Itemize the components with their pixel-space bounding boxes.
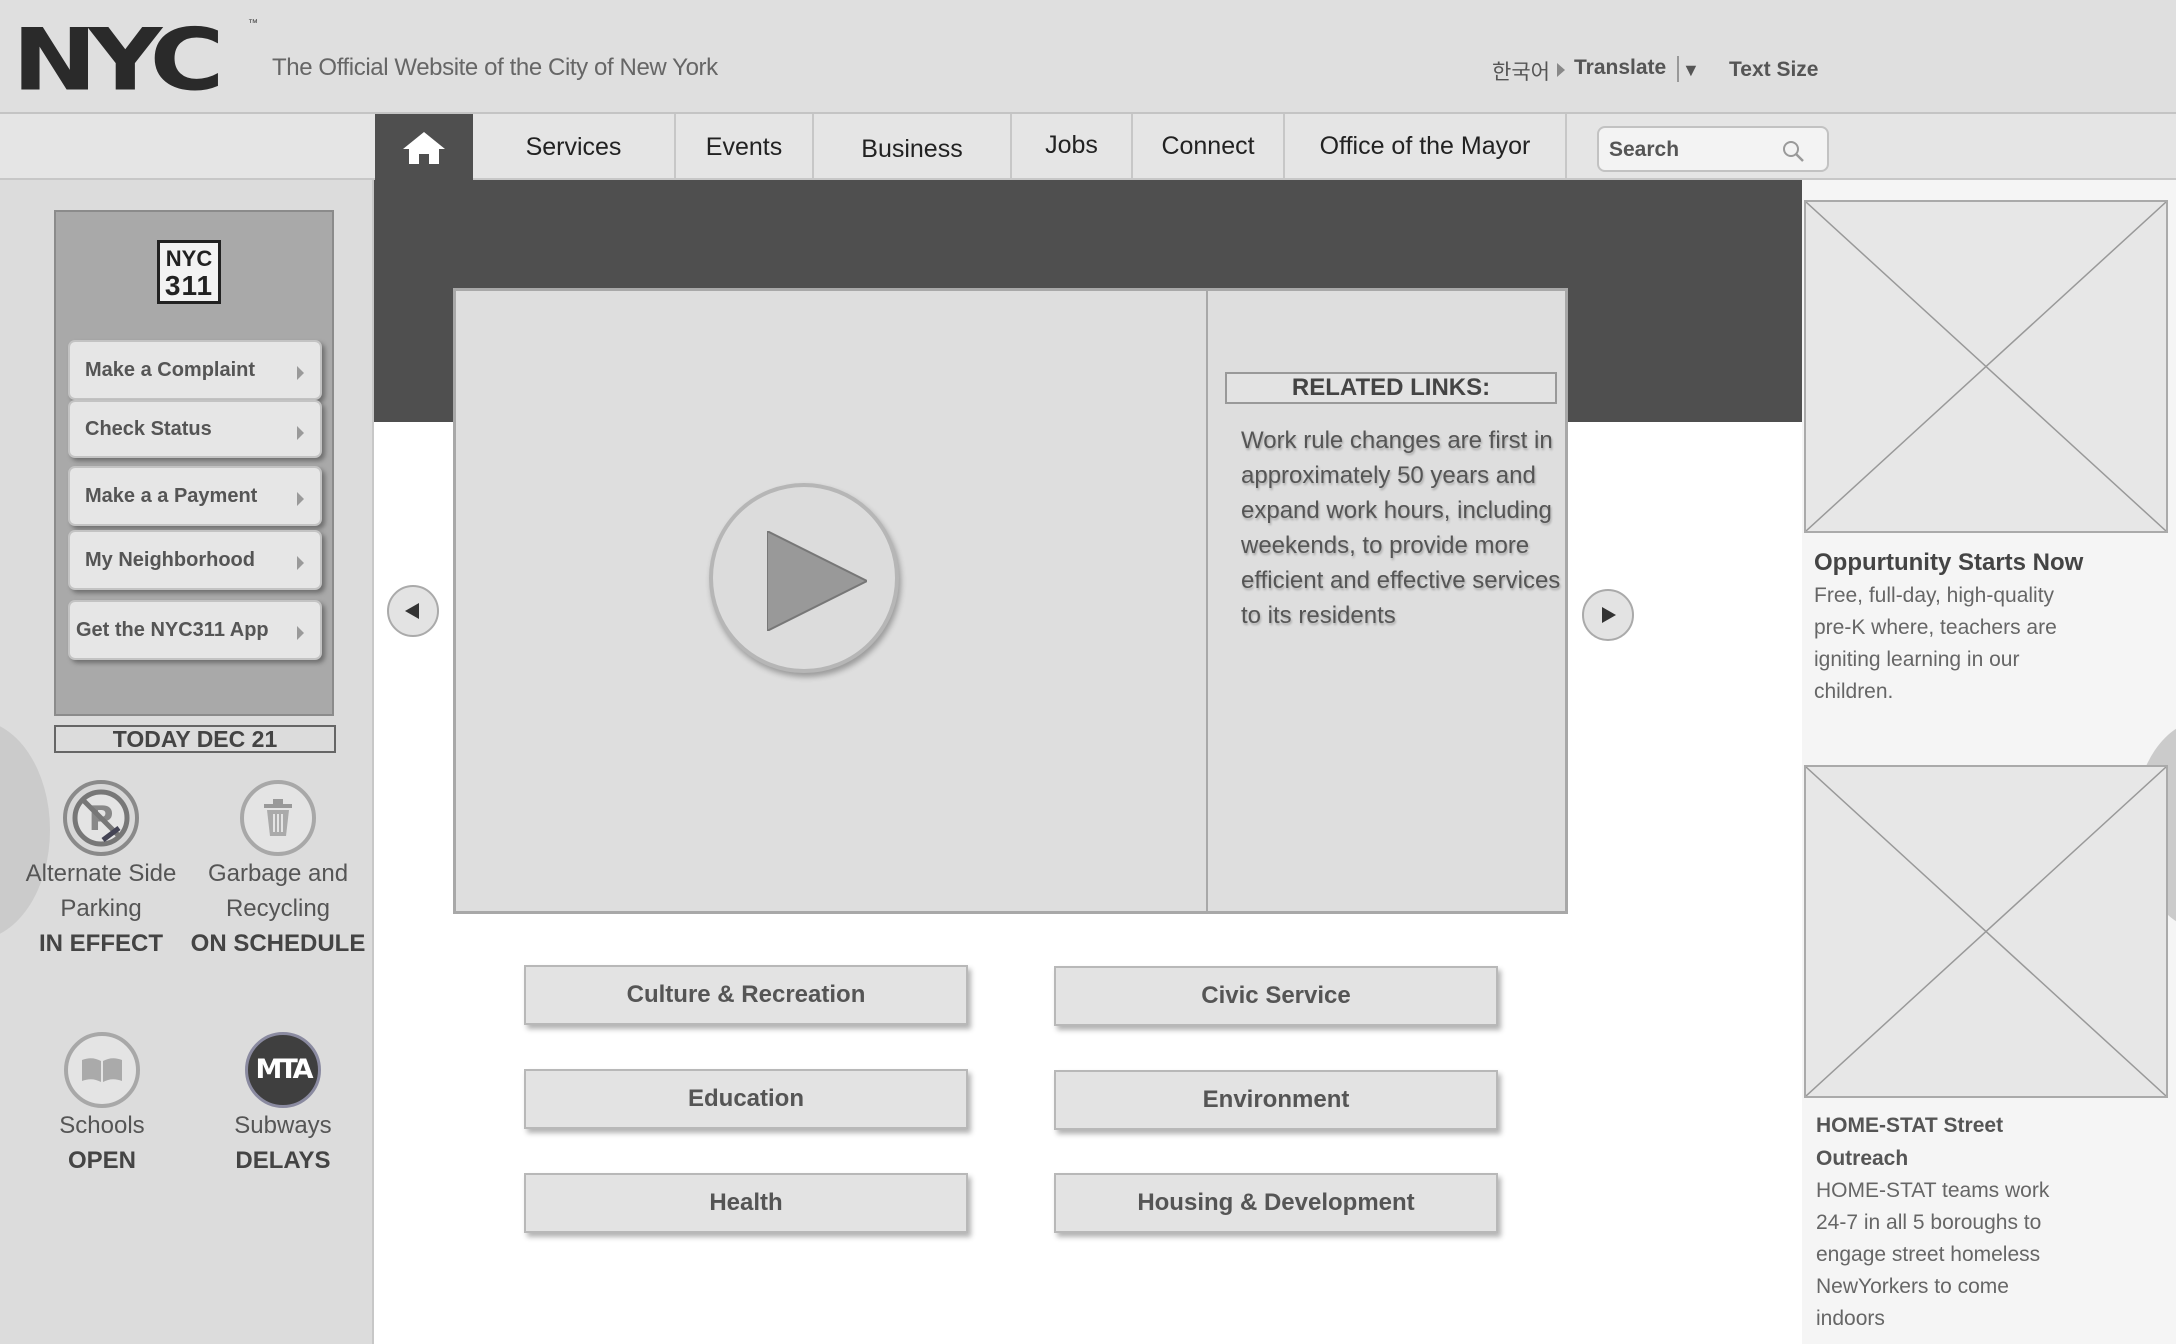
image-placeholder[interactable] [1804, 200, 2168, 533]
get-nyc311-app-button[interactable]: Get the NYC311 App [68, 600, 322, 660]
translate-divider [1677, 56, 1679, 82]
video-play-button[interactable] [709, 483, 899, 673]
arrow-right-icon [1602, 607, 1616, 623]
category-housing-development[interactable]: Housing & Development [1054, 1173, 1498, 1233]
translate-link[interactable]: Translate [1574, 56, 1666, 80]
status-label: Garbage and [207, 860, 349, 887]
card-text: HOME-STAT teams work [1816, 1179, 2050, 1202]
trash-can-icon [240, 780, 316, 856]
carousel-prev-button[interactable] [387, 585, 439, 637]
trademark-symbol: ™ [248, 18, 258, 29]
search-input[interactable] [1609, 136, 1779, 164]
site-tagline: The Official Website of the City of New … [272, 54, 718, 81]
hero-divider [1206, 291, 1208, 911]
card-text: 24-7 in all 5 boroughs to [1816, 1211, 2042, 1234]
mta-icon: MTA [245, 1032, 321, 1108]
my-neighborhood-button[interactable]: My Neighborhood [68, 530, 322, 590]
category-culture-recreation[interactable]: Culture & Recreation [524, 965, 968, 1025]
translate-dropdown-icon[interactable]: ▼ [1682, 60, 1700, 81]
status-label: Parking [60, 895, 142, 922]
card-text: igniting learning in our [1814, 648, 2020, 671]
button-label: Make a a Payment [85, 484, 258, 507]
home-icon [403, 132, 445, 164]
button-label: Make a Complaint [85, 358, 256, 381]
category-education[interactable]: Education [524, 1069, 968, 1129]
today-date: TODAY DEC 21 [54, 725, 336, 753]
right-column: Oppurtunity Starts Now Free, full-day, h… [1802, 180, 2176, 1344]
play-icon [767, 531, 867, 631]
card-text: pre-K where, teachers are [1814, 616, 2057, 639]
status-label: Schools [59, 1112, 145, 1139]
card-text: NewYorkers to come [1816, 1275, 2009, 1298]
nav-jobs[interactable]: Jobs [1012, 114, 1133, 180]
card-text: engage street homeless [1816, 1243, 2041, 1266]
status-value: ON SCHEDULE [190, 930, 366, 957]
home-button[interactable] [375, 114, 473, 180]
category-civic-service[interactable]: Civic Service [1054, 966, 1498, 1026]
category-environment[interactable]: Environment [1054, 1070, 1498, 1130]
hero-carousel: RELATED LINKS: Work rule changes are fir… [453, 288, 1568, 914]
status-garbage-recycling[interactable]: Garbage and Recycling ON SCHEDULE [188, 780, 368, 962]
chevron-right-icon [297, 626, 304, 640]
status-schools[interactable]: Schools OPEN [12, 1032, 192, 1179]
card-text: Free, full-day, high-quality [1814, 584, 2055, 607]
image-placeholder[interactable] [1804, 765, 2168, 1098]
button-label: My Neighborhood [85, 548, 255, 571]
nyc311-logo-bottom: 311 [164, 270, 214, 301]
main-nav: Services Events Business Jobs Connect Of… [0, 114, 2176, 180]
site-header: NYC ™ The Official Website of the City o… [0, 0, 2176, 114]
chevron-right-icon [297, 366, 304, 380]
related-links-text[interactable]: Work rule changes are first in approxima… [1241, 423, 1561, 633]
chevron-right-icon [297, 492, 304, 506]
card-text: children. [1814, 680, 1894, 703]
status-label: Alternate Side [25, 860, 177, 887]
nyc311-panel: NYC 311 Make a Complaint Check Status Ma… [54, 210, 334, 716]
nav-services[interactable]: Services [473, 114, 676, 180]
card-text: indoors [1816, 1307, 1885, 1330]
chevron-right-icon [297, 556, 304, 570]
search-box [1597, 126, 1829, 172]
status-value: IN EFFECT [39, 930, 163, 957]
left-sidebar: NYC 311 Make a Complaint Check Status Ma… [0, 180, 374, 1344]
nyc311-logo-top: NYC [165, 246, 213, 271]
text-size-link[interactable]: Text Size [1729, 58, 1818, 82]
language-arrow-icon [1557, 63, 1565, 77]
book-icon [64, 1032, 140, 1108]
search-icon[interactable] [1781, 139, 1805, 163]
button-label: Check Status [85, 417, 212, 440]
button-label: Get the NYC311 App [76, 618, 269, 641]
nyc311-logo[interactable]: NYC 311 [157, 240, 221, 304]
chevron-right-icon [297, 426, 304, 440]
language-link[interactable]: 한국어 [1492, 56, 1550, 86]
status-value: DELAYS [235, 1147, 331, 1174]
status-subways[interactable]: MTA Subways DELAYS [193, 1032, 372, 1179]
card-title[interactable]: Outreach [1816, 1142, 1908, 1175]
nav-events[interactable]: Events [676, 114, 814, 180]
nyc-logo[interactable]: NYC [12, 18, 224, 104]
check-status-button[interactable]: Check Status [68, 400, 322, 458]
make-complaint-button[interactable]: Make a Complaint [68, 340, 322, 400]
status-value: OPEN [67, 1147, 136, 1174]
nav-office-of-the-mayor[interactable]: Office of the Mayor [1285, 114, 1567, 180]
status-alternate-side-parking[interactable]: P Alternate Side Parking IN EFFECT [11, 780, 191, 962]
card-title[interactable]: Oppurtunity Starts Now [1814, 547, 2083, 579]
category-health[interactable]: Health [524, 1173, 968, 1233]
make-payment-button[interactable]: Make a a Payment [68, 466, 322, 526]
nav-business[interactable]: Business [814, 114, 1012, 180]
arrow-left-icon [405, 603, 419, 619]
card-title[interactable]: HOME-STAT Street [1816, 1109, 2003, 1142]
mta-icon-text: MTA [255, 1054, 313, 1085]
carousel-next-button[interactable] [1582, 589, 1634, 641]
status-label: Recycling [225, 895, 331, 922]
no-parking-icon: P [63, 780, 139, 856]
nav-connect[interactable]: Connect [1133, 114, 1285, 180]
related-links-title: RELATED LINKS: [1225, 372, 1557, 404]
status-label: Subways [234, 1112, 332, 1139]
